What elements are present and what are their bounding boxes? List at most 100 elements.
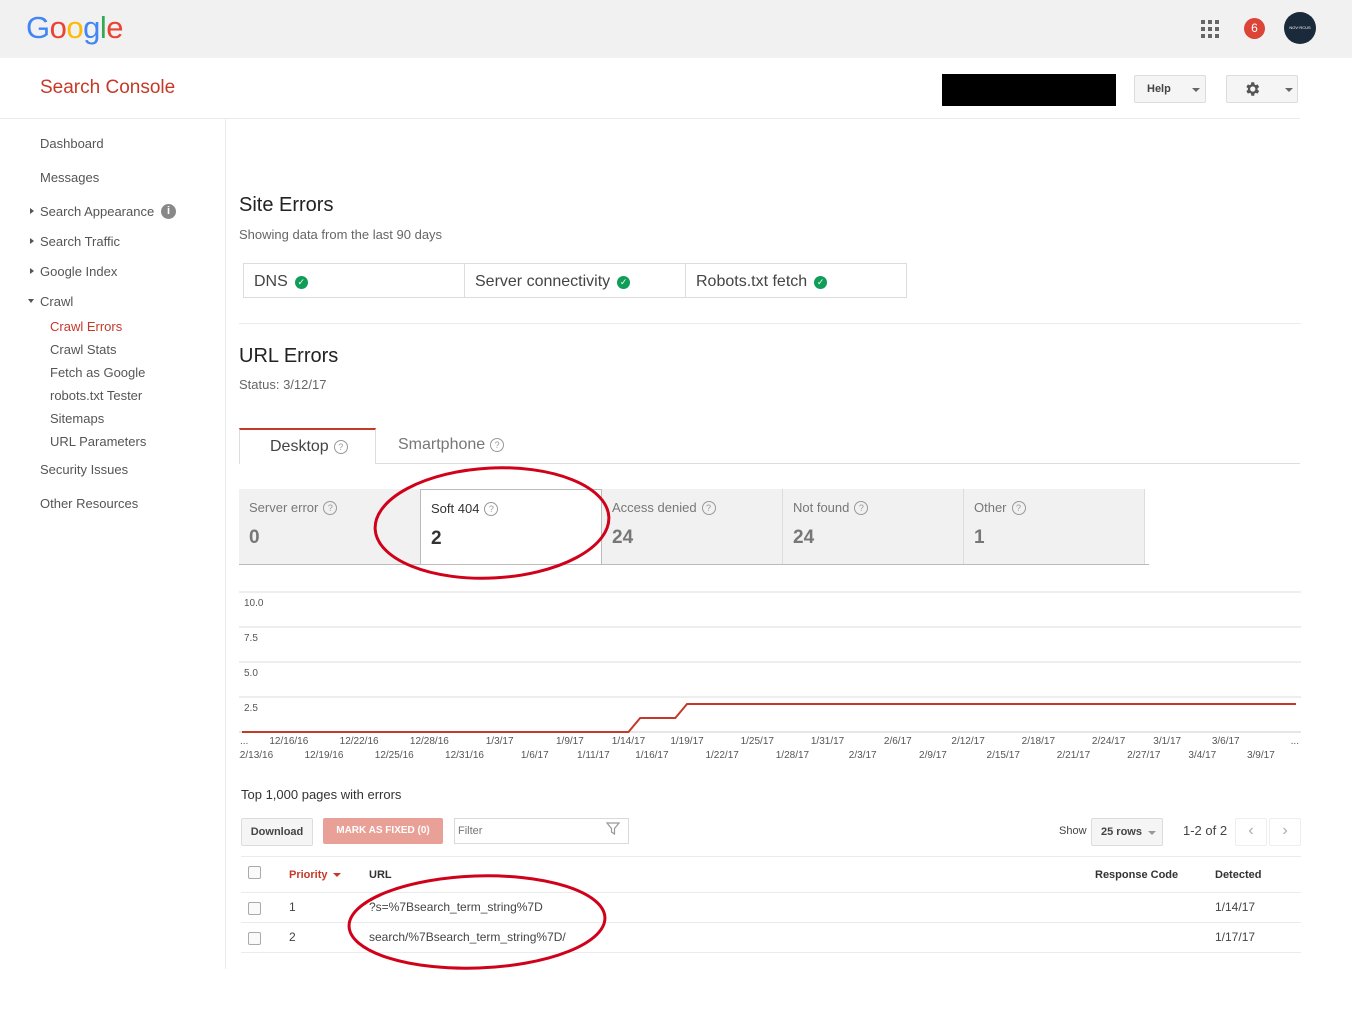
check-icon: ✓ (617, 276, 631, 289)
stat-access-denied[interactable]: Access denied? 24 (602, 489, 783, 564)
help-icon: ? (1011, 501, 1026, 515)
next-page-button[interactable]: › (1269, 818, 1301, 846)
chart-x-tick-label: 2/15/17 (987, 750, 1021, 761)
stat-label: Soft 404 (431, 501, 480, 516)
chevron-right-icon (30, 208, 34, 214)
sidebar-item-google-index[interactable]: Google Index (40, 264, 117, 279)
sidebar-item-messages[interactable]: Messages (40, 170, 99, 185)
stat-soft-404[interactable]: Soft 404? 2 (420, 489, 602, 564)
site-check-label: DNS (254, 273, 288, 290)
tab-smartphone[interactable]: Smartphone? (380, 428, 530, 464)
chart-x-ellipsis: ... (240, 736, 248, 747)
sidebar-item-other-resources[interactable]: Other Resources (40, 496, 138, 511)
stat-label: Not found (793, 500, 850, 515)
help-icon: ? (854, 501, 869, 515)
prev-page-button[interactable]: ‹ (1235, 818, 1267, 846)
column-header-response-code[interactable]: Response Code (1095, 869, 1178, 881)
stat-server-error[interactable]: Server error? 0 (239, 489, 421, 564)
sidebar-item-fetch-as-google[interactable]: Fetch as Google (50, 365, 145, 380)
check-icon: ✓ (814, 276, 828, 289)
info-icon[interactable]: i (161, 204, 176, 219)
table-title: Top 1,000 pages with errors (241, 787, 402, 802)
chart-x-tick-label: 12/16/16 (269, 736, 308, 747)
chart-y-tick-label: 5.0 (244, 668, 258, 679)
chart-x-tick-label: 3/1/17 (1153, 736, 1181, 747)
row-detected: 1/14/17 (1215, 900, 1256, 914)
chevron-right-icon (30, 238, 34, 244)
tab-smartphone-label: Smartphone (398, 436, 486, 453)
column-header-url[interactable]: URL (369, 869, 392, 881)
stat-value: 1 (974, 527, 985, 548)
stat-label: Server error (249, 500, 319, 515)
chevron-right-icon (30, 268, 34, 274)
notifications-badge[interactable]: 6 (1244, 18, 1265, 39)
filter-icon[interactable] (606, 822, 620, 835)
stat-not-found[interactable]: Not found? 24 (783, 489, 964, 564)
row-url[interactable]: ?s=%7Bsearch_term_string%7D (369, 900, 543, 914)
chart-x-tick-label: 2/12/17 (951, 736, 985, 747)
sidebar-item-security-issues[interactable]: Security Issues (40, 462, 128, 477)
stat-other[interactable]: Other? 1 (964, 489, 1145, 564)
help-icon: ? (490, 438, 505, 452)
row-priority: 2 (289, 930, 296, 944)
google-logo[interactable]: Google (26, 10, 124, 46)
chart-y-tick-label: 10.0 (244, 598, 264, 609)
chart-x-tick-label: 1/11/17 (577, 750, 610, 761)
site-check-robots-fetch[interactable]: Robots.txt fetch ✓ (685, 263, 907, 298)
table-row[interactable]: 1 ?s=%7Bsearch_term_string%7D 1/14/17 (241, 893, 1301, 923)
site-check-dns[interactable]: DNS ✓ (243, 263, 465, 298)
chart-x-tick-label: 12/31/16 (445, 750, 484, 761)
tab-desktop[interactable]: Desktop? (239, 428, 376, 464)
select-all-checkbox[interactable] (248, 866, 261, 879)
chevron-down-icon (28, 299, 34, 303)
chart-x-tick-label: 2/24/17 (1092, 736, 1126, 747)
chevron-down-icon (1148, 831, 1156, 835)
mark-as-fixed-button[interactable]: MARK AS FIXED (0) (323, 818, 443, 844)
row-checkbox[interactable] (248, 902, 261, 915)
settings-button[interactable] (1226, 75, 1298, 103)
row-url[interactable]: search/%7Bsearch_term_string%7D/ (369, 930, 566, 944)
column-header-priority[interactable]: Priority (289, 869, 341, 881)
tab-desktop-label: Desktop (270, 438, 329, 455)
url-errors-title: URL Errors (239, 345, 339, 367)
sidebar-item-crawl-errors[interactable]: Crawl Errors (50, 319, 122, 334)
chevron-down-icon (1285, 88, 1293, 92)
sidebar-item-url-parameters[interactable]: URL Parameters (50, 434, 146, 449)
row-detected: 1/17/17 (1215, 930, 1256, 944)
sidebar-item-robots-tester[interactable]: robots.txt Tester (50, 388, 142, 403)
sidebar-item-search-appearance[interactable]: Search Appearance (40, 204, 154, 219)
table-row[interactable]: 2 search/%7Bsearch_term_string%7D/ 1/17/… (241, 923, 1301, 953)
help-button[interactable]: Help (1134, 75, 1206, 103)
download-button[interactable]: Download (241, 818, 313, 846)
chart-x-tick-label: 1/25/17 (741, 736, 775, 747)
table-top-divider (241, 856, 1301, 857)
app-title[interactable]: Search Console (40, 77, 175, 99)
stats-bottom-border (239, 564, 1149, 565)
sidebar-item-crawl-stats[interactable]: Crawl Stats (50, 342, 116, 357)
chart-y-tick-label: 7.5 (244, 633, 258, 644)
chart-series-line (242, 703, 1296, 733)
chart-x-tick-label: 3/4/17 (1188, 750, 1216, 761)
sidebar-item-dashboard[interactable]: Dashboard (40, 136, 104, 151)
pagination-text: 1-2 of 2 (1183, 823, 1228, 838)
chart-x-tick-label: 1/22/17 (705, 750, 739, 761)
chart-x-tick-label: 3/6/17 (1212, 736, 1240, 747)
sidebar-item-search-traffic[interactable]: Search Traffic (40, 234, 120, 249)
site-errors-subtitle: Showing data from the last 90 days (239, 227, 443, 242)
row-checkbox[interactable] (248, 932, 261, 945)
site-check-server-connectivity[interactable]: Server connectivity ✓ (464, 263, 686, 298)
sidebar-item-crawl[interactable]: Crawl (40, 294, 73, 309)
stat-value: 0 (249, 527, 260, 548)
filter-input[interactable] (454, 818, 629, 844)
stat-value: 24 (793, 527, 815, 548)
tab-divider (376, 463, 1300, 464)
sidebar-item-sitemaps[interactable]: Sitemaps (50, 411, 104, 426)
avatar[interactable]: NOV·RCUS (1284, 12, 1316, 44)
show-label: Show (1059, 825, 1087, 837)
rows-per-page-select[interactable]: 25 rows (1091, 818, 1163, 846)
top-bar (0, 0, 1352, 58)
chart-x-tick-label: 12/13/16 (239, 750, 274, 761)
column-header-detected[interactable]: Detected (1215, 869, 1261, 881)
site-selector-redacted[interactable] (942, 74, 1116, 106)
apps-grid-icon[interactable] (1201, 20, 1219, 38)
